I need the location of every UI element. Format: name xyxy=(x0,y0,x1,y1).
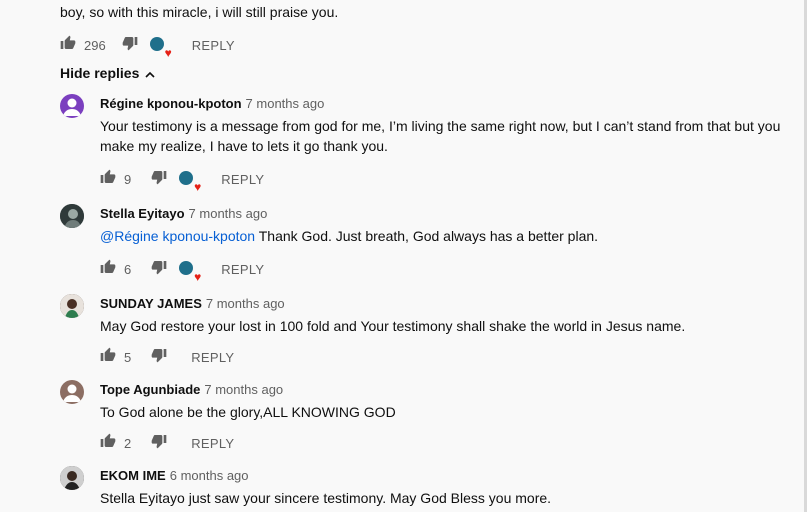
creator-avatar xyxy=(179,260,194,275)
thumbs-down-icon[interactable] xyxy=(151,169,167,190)
creator-heart-icon: ♥ xyxy=(179,260,201,283)
chevron-up-icon xyxy=(145,65,155,81)
mention-link[interactable]: @Régine kponou-kpoton xyxy=(100,228,255,244)
like-count: 6 xyxy=(124,262,132,277)
comment-text: make my realize, I have to lets it go th… xyxy=(100,138,388,154)
like-count: 9 xyxy=(124,172,132,187)
thumbs-up-icon[interactable] xyxy=(60,35,76,56)
avatar[interactable] xyxy=(60,94,84,118)
comment-author: SUNDAY JAMES 7 months ago xyxy=(100,296,285,311)
reply-button[interactable]: REPLY xyxy=(221,262,264,277)
avatar[interactable] xyxy=(60,380,84,404)
comment-toolbar: 2 REPLY xyxy=(100,433,234,454)
thumbs-down-icon[interactable] xyxy=(122,35,138,56)
like-count: 5 xyxy=(124,350,132,365)
comment-time[interactable]: 7 months ago xyxy=(204,382,283,397)
heart-icon: ♥ xyxy=(164,45,172,60)
comment-text: To God alone be the glory,ALL KNOWING GO… xyxy=(100,404,396,420)
comment-toolbar: 6 ♥ REPLY xyxy=(100,259,264,283)
comment-author: Tope Agunbiade 7 months ago xyxy=(100,382,283,397)
thumbs-up-icon[interactable] xyxy=(100,433,116,454)
author-name[interactable]: EKOM IME xyxy=(100,468,166,483)
comment-text: May God restore your lost in 100 fold an… xyxy=(100,318,686,334)
reply-button[interactable]: REPLY xyxy=(191,436,234,451)
thumbs-up-icon[interactable] xyxy=(100,347,116,368)
creator-avatar xyxy=(149,36,164,51)
author-name[interactable]: SUNDAY JAMES xyxy=(100,296,202,311)
author-name[interactable]: Stella Eyitayo xyxy=(100,206,185,221)
comment-author: EKOM IME 6 months ago xyxy=(100,468,249,483)
hide-replies-label: Hide replies xyxy=(60,65,140,81)
thumbs-up-icon[interactable] xyxy=(100,259,116,280)
heart-icon: ♥ xyxy=(194,179,202,194)
reply-button[interactable]: REPLY xyxy=(191,350,234,365)
avatar[interactable] xyxy=(60,204,84,228)
like-count: 2 xyxy=(124,436,132,451)
comment-body: Thank God. Just breath, God always has a… xyxy=(255,228,599,244)
thumbs-up-icon[interactable] xyxy=(100,169,116,190)
creator-avatar xyxy=(179,170,194,185)
like-count: 296 xyxy=(84,38,106,53)
comment-text: Stella Eyitayo just saw your sincere tes… xyxy=(100,490,552,506)
reply-button[interactable]: REPLY xyxy=(221,172,264,187)
comment-toolbar: 9 ♥ REPLY xyxy=(100,169,264,193)
comment-text: Your testimony is a message from god for… xyxy=(100,118,781,134)
comment-toolbar: 5 REPLY xyxy=(100,347,234,368)
author-name[interactable]: Régine kponou-kpoton xyxy=(100,96,242,111)
creator-heart-icon: ♥ xyxy=(149,36,172,59)
comment-text: boy, so with this miracle, i will still … xyxy=(60,4,339,20)
reply-button[interactable]: REPLY xyxy=(192,38,235,53)
comment-time[interactable]: 6 months ago xyxy=(170,468,249,483)
creator-heart-icon: ♥ xyxy=(179,170,201,193)
comment-time[interactable]: 7 months ago xyxy=(246,96,325,111)
heart-icon: ♥ xyxy=(194,269,202,284)
hide-replies-button[interactable]: Hide replies xyxy=(60,65,155,81)
avatar[interactable] xyxy=(60,466,84,490)
comment-time[interactable]: 7 months ago xyxy=(206,296,285,311)
avatar[interactable] xyxy=(60,294,84,318)
comment-author: Stella Eyitayo 7 months ago xyxy=(100,206,267,221)
thumbs-down-icon[interactable] xyxy=(151,433,167,454)
thumbs-down-icon[interactable] xyxy=(151,347,167,368)
comment-author: Régine kponou-kpoton 7 months ago xyxy=(100,96,324,111)
comment-time[interactable]: 7 months ago xyxy=(189,206,268,221)
thumbs-down-icon[interactable] xyxy=(151,259,167,280)
comment-toolbar: 296 ♥ REPLY xyxy=(60,35,235,59)
author-name[interactable]: Tope Agunbiade xyxy=(100,382,200,397)
comment-text: @Régine kponou-kpoton Thank God. Just br… xyxy=(100,226,598,246)
